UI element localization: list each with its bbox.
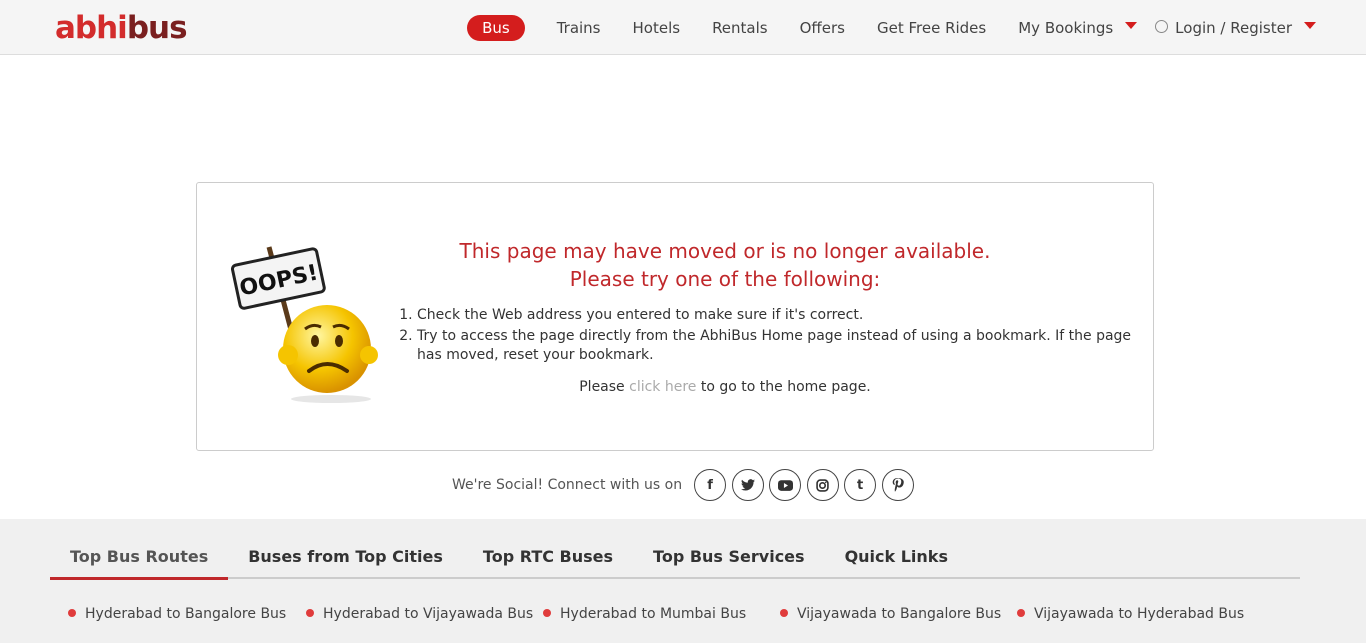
route-label: Vijayawada to Bangalore Bus — [797, 606, 1002, 622]
route-label: Hyderabad to Vijayawada Bus — [323, 606, 534, 622]
tab-top-bus-routes[interactable]: Top Bus Routes — [50, 539, 229, 580]
error-title-line2: Please try one of the following: — [569, 267, 881, 291]
home-line-prefix: Please — [579, 379, 625, 395]
route-list: Hyderabad to Bangalore Bus Hyderabad to … — [68, 605, 1318, 623]
route-label: Hyderabad to Bangalore Bus — [85, 606, 287, 622]
route-link[interactable]: Vijayawada to Bangalore Bus — [780, 605, 1017, 623]
pinterest-icon[interactable] — [881, 469, 914, 501]
twitter-icon[interactable] — [731, 469, 764, 501]
logo-text-part2: bus — [126, 10, 188, 46]
my-bookings-label: My Bookings — [1018, 19, 1114, 37]
suggestion-list: Check the Web address you entered to mak… — [401, 306, 1137, 367]
error-panel: OOPS! This page may have moved or is no … — [196, 182, 1154, 451]
chevron-down-icon — [1125, 22, 1138, 29]
footer-links-section: Top Bus Routes Buses from Top Cities Top… — [0, 519, 1366, 643]
route-link[interactable]: Vijayawada to Hyderabad Bus — [1017, 605, 1254, 623]
nav-my-bookings[interactable]: My Bookings — [1018, 15, 1138, 41]
footer-tabs: Top Bus Routes Buses from Top Cities Top… — [50, 539, 1300, 580]
instagram-icon[interactable] — [806, 469, 839, 501]
social-bar: We're Social! Connect with us on f t — [452, 469, 919, 501]
main-nav: Bus Trains Hotels Rentals Offers Get Fre… — [467, 15, 1316, 41]
oops-sad-face-image: OOPS! — [231, 246, 378, 403]
bullet-dot-icon — [306, 609, 314, 617]
nav-bus[interactable]: Bus — [467, 15, 525, 41]
nav-hotels[interactable]: Hotels — [633, 15, 681, 41]
error-title: This page may have moved or is no longer… — [397, 237, 1053, 293]
nav-login-register[interactable]: Login / Register — [1155, 15, 1316, 41]
top-header: abhibus Bus Trains Hotels Rentals Offers… — [0, 0, 1366, 55]
tumblr-icon[interactable]: t — [844, 469, 877, 501]
route-link[interactable]: Hyderabad to Bangalore Bus — [68, 605, 306, 623]
social-label: We're Social! Connect with us on — [452, 477, 683, 493]
user-icon — [1155, 20, 1169, 33]
logo-text-part1: abhi — [55, 10, 128, 46]
bullet-dot-icon — [543, 609, 551, 617]
login-register-label: Login / Register — [1175, 19, 1292, 37]
route-link[interactable]: Hyderabad to Mumbai Bus — [543, 605, 780, 623]
home-line-suffix: to go to the home page. — [700, 379, 871, 395]
nav-offers[interactable]: Offers — [800, 15, 845, 41]
tab-top-rtc-buses[interactable]: Top RTC Buses — [463, 539, 633, 577]
error-title-line1: This page may have moved or is no longer… — [459, 239, 991, 263]
facebook-icon[interactable]: f — [694, 469, 727, 501]
home-page-link[interactable]: click here — [629, 379, 696, 395]
bullet-dot-icon — [1017, 609, 1025, 617]
suggestion-item: Try to access the page directly from the… — [417, 327, 1137, 366]
abhibus-logo[interactable]: abhibus — [55, 9, 188, 47]
home-page-line: Please click here to go to the home page… — [397, 379, 1053, 395]
route-label: Hyderabad to Mumbai Bus — [560, 606, 747, 622]
nav-rentals[interactable]: Rentals — [712, 15, 768, 41]
route-label: Vijayawada to Hyderabad Bus — [1034, 606, 1245, 622]
nav-get-free-rides[interactable]: Get Free Rides — [877, 15, 986, 41]
chevron-down-icon — [1304, 22, 1316, 29]
nav-trains[interactable]: Trains — [557, 15, 601, 41]
tab-buses-from-top-cities[interactable]: Buses from Top Cities — [228, 539, 463, 577]
route-link[interactable]: Hyderabad to Vijayawada Bus — [306, 605, 543, 623]
tab-quick-links[interactable]: Quick Links — [825, 539, 968, 577]
youtube-icon[interactable] — [769, 469, 802, 501]
tab-top-bus-services[interactable]: Top Bus Services — [633, 539, 825, 577]
bullet-dot-icon — [780, 609, 788, 617]
suggestion-item: Check the Web address you entered to mak… — [417, 306, 1137, 326]
bullet-dot-icon — [68, 609, 76, 617]
